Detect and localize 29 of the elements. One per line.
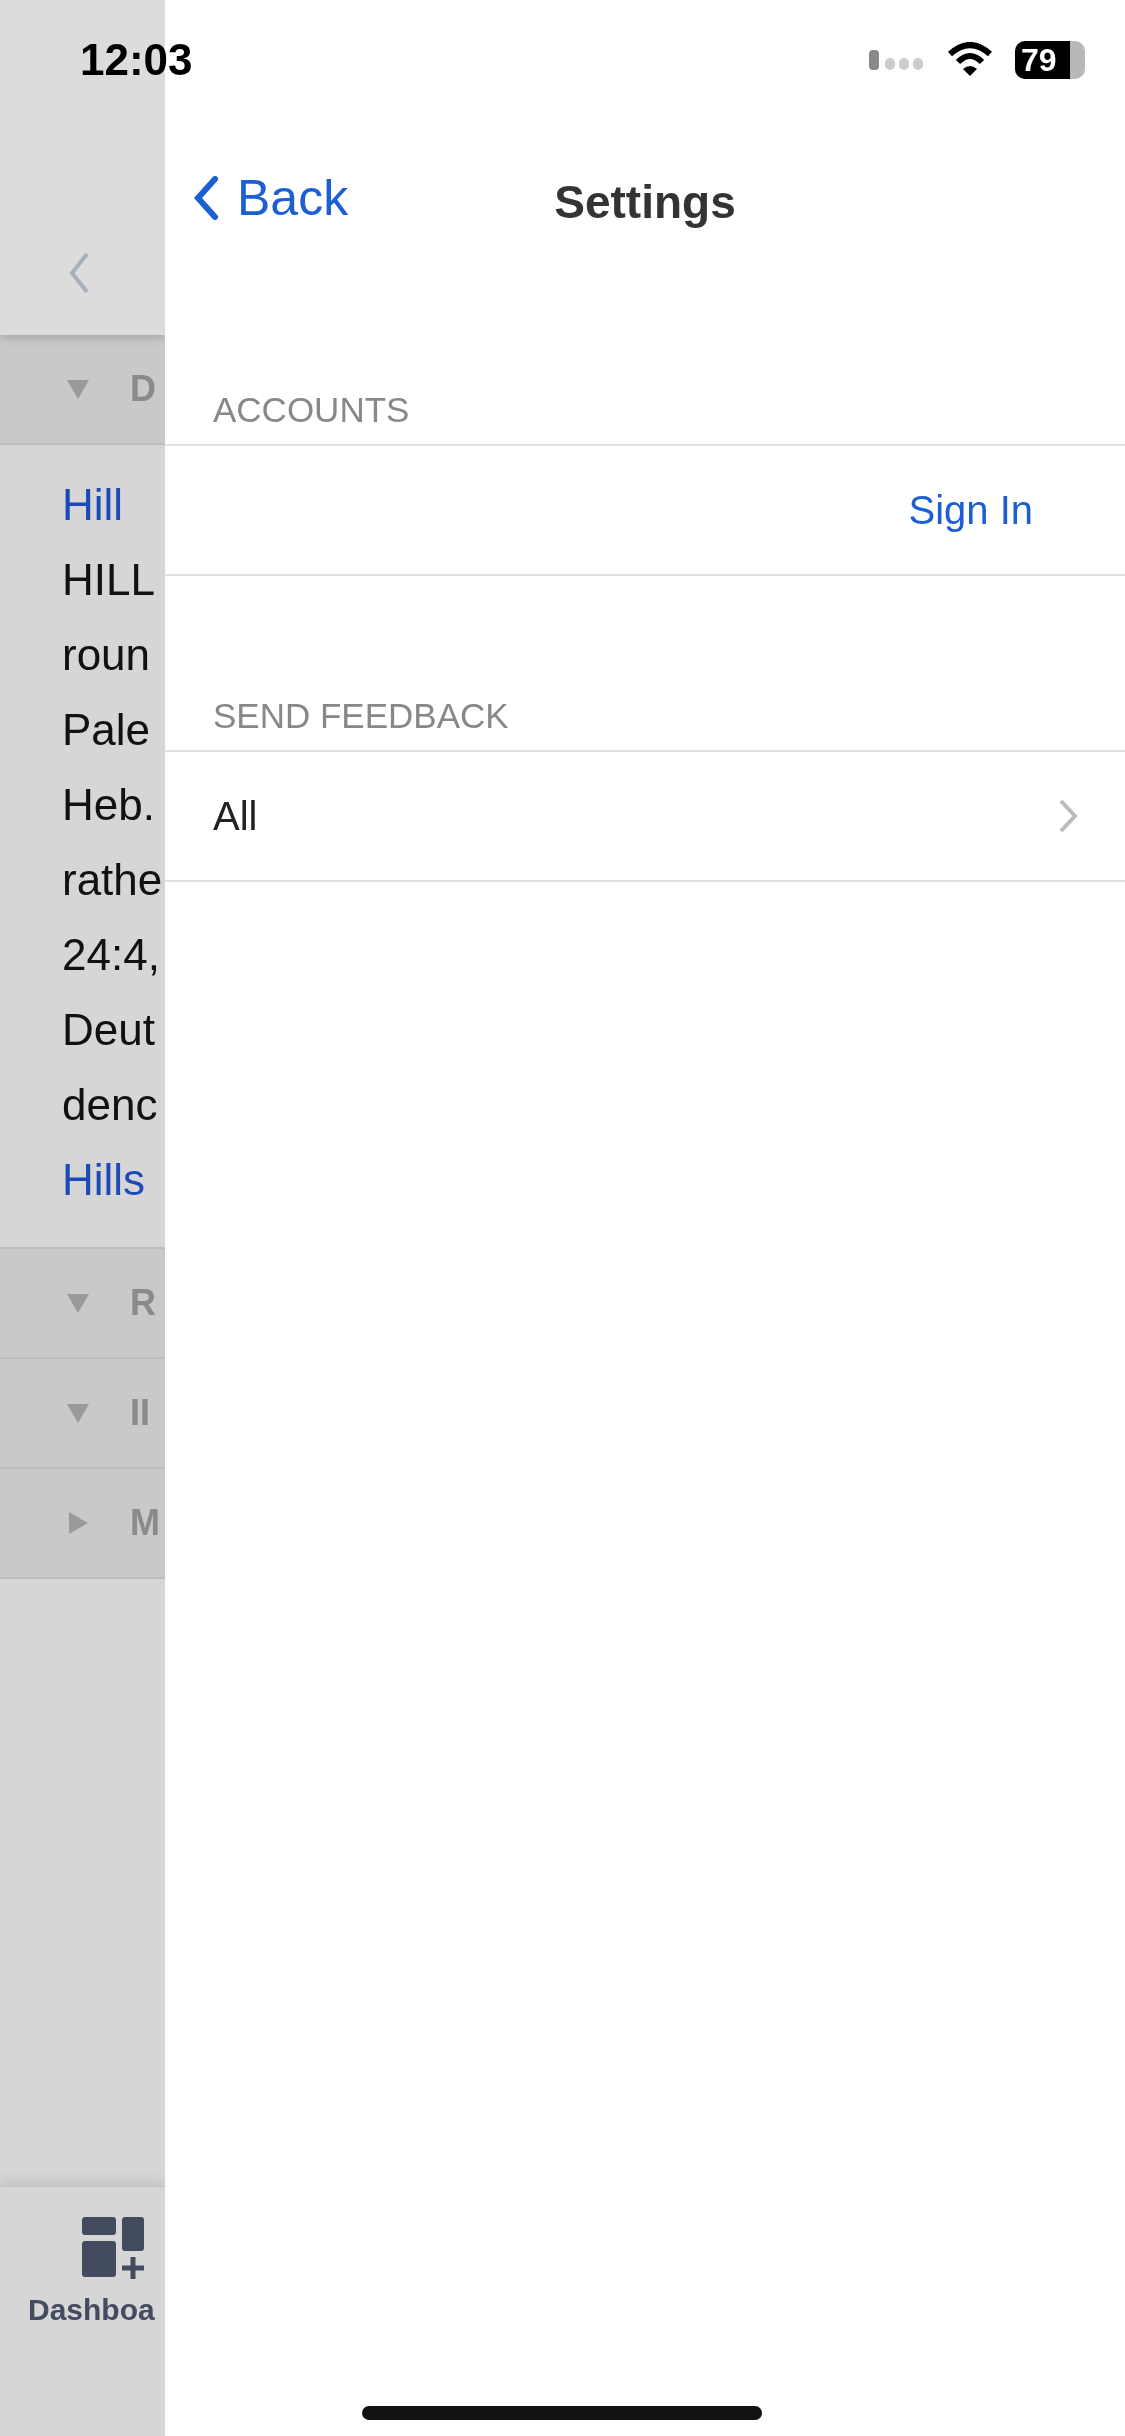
group-header: ACCOUNTS	[165, 360, 1125, 446]
row-label: All	[213, 793, 258, 839]
entry-text-line: Heb.	[62, 779, 156, 831]
entry-text-line: 24:4,	[62, 929, 161, 981]
entry-text-line: denc	[62, 1079, 159, 1131]
entry-link[interactable]: Hill	[62, 467, 165, 542]
battery-icon: 79	[1015, 41, 1085, 79]
row-label: Sign In	[908, 487, 1033, 533]
entry-text-line: HILL	[62, 554, 156, 606]
settings-row[interactable]: All	[165, 752, 1125, 882]
chevron-left-icon	[193, 176, 219, 220]
entry-text-line: Deut	[62, 1004, 156, 1056]
screen-title: Settings	[554, 175, 736, 229]
entry-link[interactable]: Hills	[62, 1142, 165, 1217]
section-title: D	[130, 368, 156, 410]
entry-text-line: Pale	[62, 704, 152, 756]
settings-row[interactable]: Sign In	[165, 446, 1125, 576]
wifi-icon	[947, 42, 993, 78]
section-title: M	[130, 1502, 160, 1544]
tab-label[interactable]: Dashboa	[28, 2293, 155, 2327]
status-time: 12:03	[80, 35, 193, 85]
section-title: R	[130, 1282, 156, 1324]
chevron-right-icon	[1059, 799, 1077, 833]
entry-text-line: rathe	[62, 854, 164, 906]
group-header: SEND FEEDBACK	[165, 666, 1125, 752]
section-title: II	[130, 1392, 150, 1434]
entry-text-line: roun	[62, 629, 152, 681]
back-button[interactable]: Back	[165, 165, 349, 231]
dashboard-add-icon[interactable]	[82, 2217, 144, 2279]
